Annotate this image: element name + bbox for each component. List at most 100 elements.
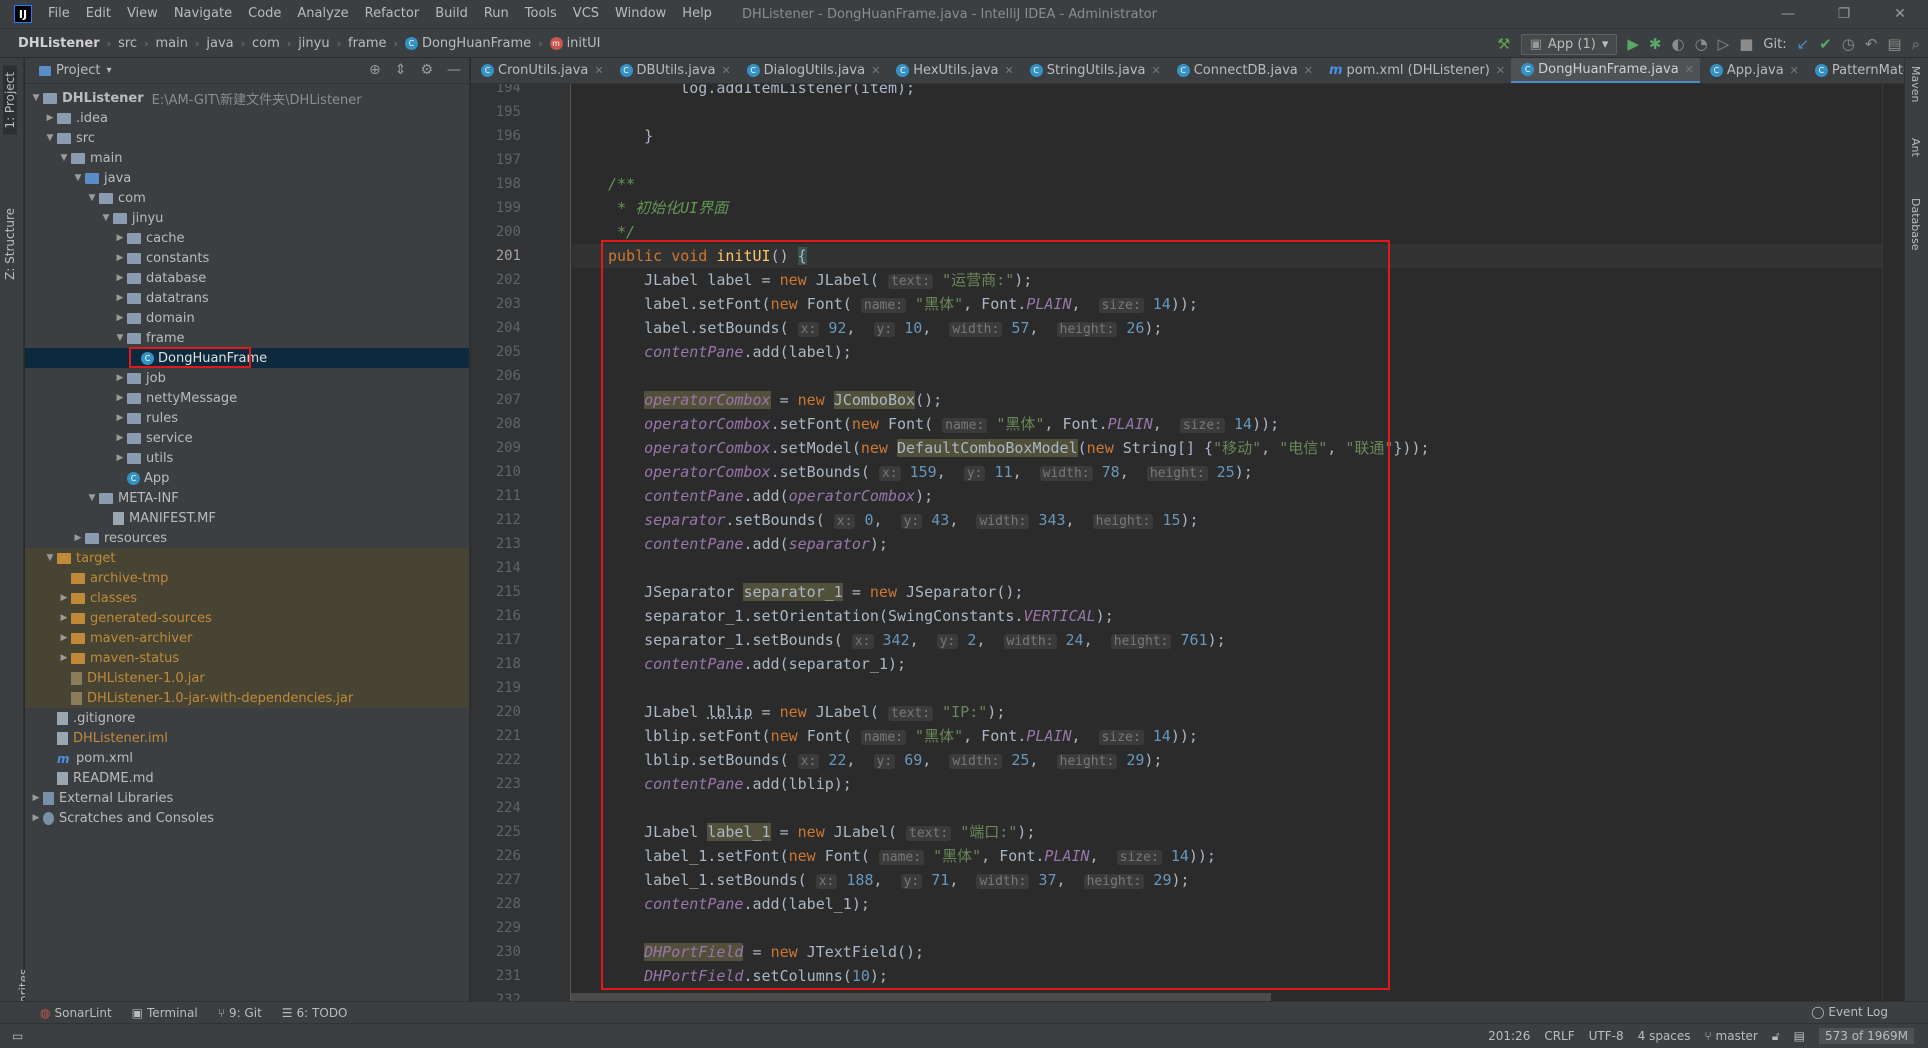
tree-node-idea[interactable]: ▶ .idea xyxy=(25,108,469,128)
chevron-down-icon[interactable]: ▾ xyxy=(106,65,111,76)
breadcrumb-java[interactable]: java xyxy=(203,36,236,51)
horizontal-scrollbar[interactable] xyxy=(571,993,1271,1001)
file-encoding[interactable]: UTF-8 xyxy=(1589,1029,1624,1043)
tree-node-frame[interactable]: ▼ frame xyxy=(25,328,469,348)
stop-icon[interactable]: ■ xyxy=(1739,35,1753,53)
breadcrumb-class[interactable]: C DongHuanFrame xyxy=(402,36,534,51)
code-line[interactable]: * 初始化UI界面 xyxy=(572,196,1882,220)
menu-file[interactable]: File xyxy=(40,0,78,28)
tree-node-resources[interactable]: ▶ resources xyxy=(25,528,469,548)
tool-terminal[interactable]: ▣ Terminal xyxy=(122,1006,208,1020)
debug-icon[interactable]: ✱ xyxy=(1649,35,1662,53)
tab-dbutils[interactable]: C DBUtils.java ✕ xyxy=(610,58,737,83)
tree-node-service[interactable]: ▶ service xyxy=(25,428,469,448)
collapse-all-icon[interactable]: ⇕ xyxy=(395,62,407,78)
code-line[interactable]: } xyxy=(572,124,1882,148)
tool-sonarlint[interactable]: ◍ SonarLint xyxy=(30,1006,122,1020)
coverage-icon[interactable]: ◐ xyxy=(1671,35,1684,53)
tab-cronutils[interactable]: C CronUtils.java ✕ xyxy=(471,58,610,83)
tab-patternmatch[interactable]: CPatternMatch.java✕ xyxy=(1805,58,1904,83)
menu-refactor[interactable]: Refactor xyxy=(357,0,428,28)
tab-dialogutils[interactable]: C DialogUtils.java ✕ xyxy=(737,58,887,83)
close-window-button[interactable]: ✕ xyxy=(1872,0,1928,28)
breadcrumb-frame[interactable]: frame xyxy=(345,36,390,51)
tool-tab-project[interactable]: 1: Project xyxy=(3,66,17,135)
tab-donghuanframe[interactable]: C DongHuanFrame.java ✕ xyxy=(1511,58,1700,83)
menu-code[interactable]: Code xyxy=(240,0,289,28)
menu-window[interactable]: Window xyxy=(607,0,674,28)
tree-node-domain[interactable]: ▶ domain xyxy=(25,308,469,328)
tree-node-java[interactable]: ▼ java xyxy=(25,168,469,188)
menu-navigate[interactable]: Navigate xyxy=(166,0,240,28)
close-icon[interactable]: ✕ xyxy=(871,64,880,77)
tree-node-database[interactable]: ▶ database xyxy=(25,268,469,288)
close-icon[interactable]: ✕ xyxy=(594,64,603,77)
close-icon[interactable]: ✕ xyxy=(1496,64,1505,77)
breadcrumb-method[interactable]: m initUI xyxy=(547,36,604,51)
memory-indicator[interactable]: 573 of 1969M xyxy=(1819,1028,1914,1044)
tree-node-manifest[interactable]: MANIFEST.MF xyxy=(25,508,469,528)
menu-vcs[interactable]: VCS xyxy=(565,0,607,28)
tree-node-nettymessage[interactable]: ▶ nettyMessage xyxy=(25,388,469,408)
restore-button[interactable]: ❐ xyxy=(1816,0,1872,28)
tree-node-iml[interactable]: DHListener.iml xyxy=(25,728,469,748)
tree-node-app[interactable]: C App xyxy=(25,468,469,488)
close-icon[interactable]: ✕ xyxy=(1790,64,1799,77)
profile-icon[interactable]: ◔ xyxy=(1695,35,1708,53)
code-line[interactable]: log.addItemListener(item); xyxy=(572,84,1882,100)
project-structure-icon[interactable]: ▤ xyxy=(1887,35,1901,53)
build-hammer-icon[interactable]: ⚒ xyxy=(1497,35,1510,53)
minimize-button[interactable]: — xyxy=(1760,0,1816,28)
tree-node-pom[interactable]: m pom.xml xyxy=(25,748,469,768)
tree-node-generated-sources[interactable]: ▶ generated-sources xyxy=(25,608,469,628)
tree-node-jar-deps[interactable]: DHListener-1.0-jar-with-dependencies.jar xyxy=(25,688,469,708)
tab-stringutils[interactable]: C StringUtils.java ✕ xyxy=(1020,58,1167,83)
tool-git[interactable]: ⑂ 9: Git xyxy=(208,1006,272,1020)
tree-node-maven-archiver[interactable]: ▶ maven-archiver xyxy=(25,628,469,648)
tool-tab-maven[interactable]: Maven xyxy=(1909,66,1922,102)
tab-app[interactable]: C App.java ✕ xyxy=(1700,58,1805,83)
breadcrumb-main[interactable]: main xyxy=(152,36,190,51)
hide-icon[interactable]: — xyxy=(447,62,461,78)
tab-hexutils[interactable]: C HexUtils.java ✕ xyxy=(886,58,1019,83)
tree-node-cache[interactable]: ▶ cache xyxy=(25,228,469,248)
git-branch[interactable]: ⑂ master xyxy=(1705,1029,1758,1043)
tree-node-scratches[interactable]: ▶ Scratches and Consoles xyxy=(25,808,469,828)
git-rollback-icon[interactable]: ↶ xyxy=(1865,35,1878,53)
line-separator[interactable]: CRLF xyxy=(1544,1029,1574,1043)
tree-node-archive-tmp[interactable]: archive-tmp xyxy=(25,568,469,588)
gear-icon[interactable]: ⚙ xyxy=(420,62,433,78)
run-config-select[interactable]: ▣ App (1) ▾ xyxy=(1520,33,1618,55)
menu-edit[interactable]: Edit xyxy=(78,0,119,28)
project-panel-title[interactable]: Project xyxy=(56,63,100,78)
locate-icon[interactable]: ⊕ xyxy=(369,62,381,78)
close-icon[interactable]: ✕ xyxy=(721,64,730,77)
tree-node-classes[interactable]: ▶ classes xyxy=(25,588,469,608)
tool-event-log[interactable]: ◯ Event Log xyxy=(1811,1005,1888,1019)
tree-node-jinyu[interactable]: ▼ jinyu xyxy=(25,208,469,228)
caret-position[interactable]: 201:26 xyxy=(1488,1029,1530,1043)
git-commit-icon[interactable]: ✔ xyxy=(1819,35,1832,53)
menu-analyze[interactable]: Analyze xyxy=(289,0,356,28)
menu-view[interactable]: View xyxy=(119,0,166,28)
breadcrumb-src[interactable]: src xyxy=(115,36,140,51)
close-icon[interactable]: ✕ xyxy=(1152,64,1161,77)
tree-node-donghuanframe[interactable]: C DongHuanFrame xyxy=(25,347,469,368)
tree-node-gitignore[interactable]: .gitignore xyxy=(25,708,469,728)
tool-tab-database[interactable]: Database xyxy=(1909,198,1922,251)
code-area[interactable]: log.addItemListener(item); } /** * 初始化UI… xyxy=(572,84,1904,1001)
tree-node-constants[interactable]: ▶ constants xyxy=(25,248,469,268)
close-icon[interactable]: ✕ xyxy=(1685,63,1694,76)
code-editor[interactable]: 194 195 196 197 198 199 200 201 202 203 204 205 206 2… xyxy=(471,84,1904,1001)
tree-node-src[interactable]: ▼ src xyxy=(25,128,469,148)
menu-help[interactable]: Help xyxy=(674,0,720,28)
status-toggle-icon[interactable]: ▭ xyxy=(12,1029,23,1043)
close-icon[interactable]: ✕ xyxy=(1304,64,1313,77)
lock-icon[interactable]: 🔓︎ xyxy=(1772,1029,1780,1044)
tree-node-jar[interactable]: DHListener-1.0.jar xyxy=(25,668,469,688)
tab-pom[interactable]: m pom.xml (DHListener) ✕ xyxy=(1319,58,1511,83)
run-to-icon[interactable]: ▷ xyxy=(1718,35,1730,53)
tree-node-job[interactable]: ▶ job xyxy=(25,368,469,388)
indent-setting[interactable]: 4 spaces xyxy=(1638,1029,1691,1043)
tree-node-main[interactable]: ▼ main xyxy=(25,148,469,168)
